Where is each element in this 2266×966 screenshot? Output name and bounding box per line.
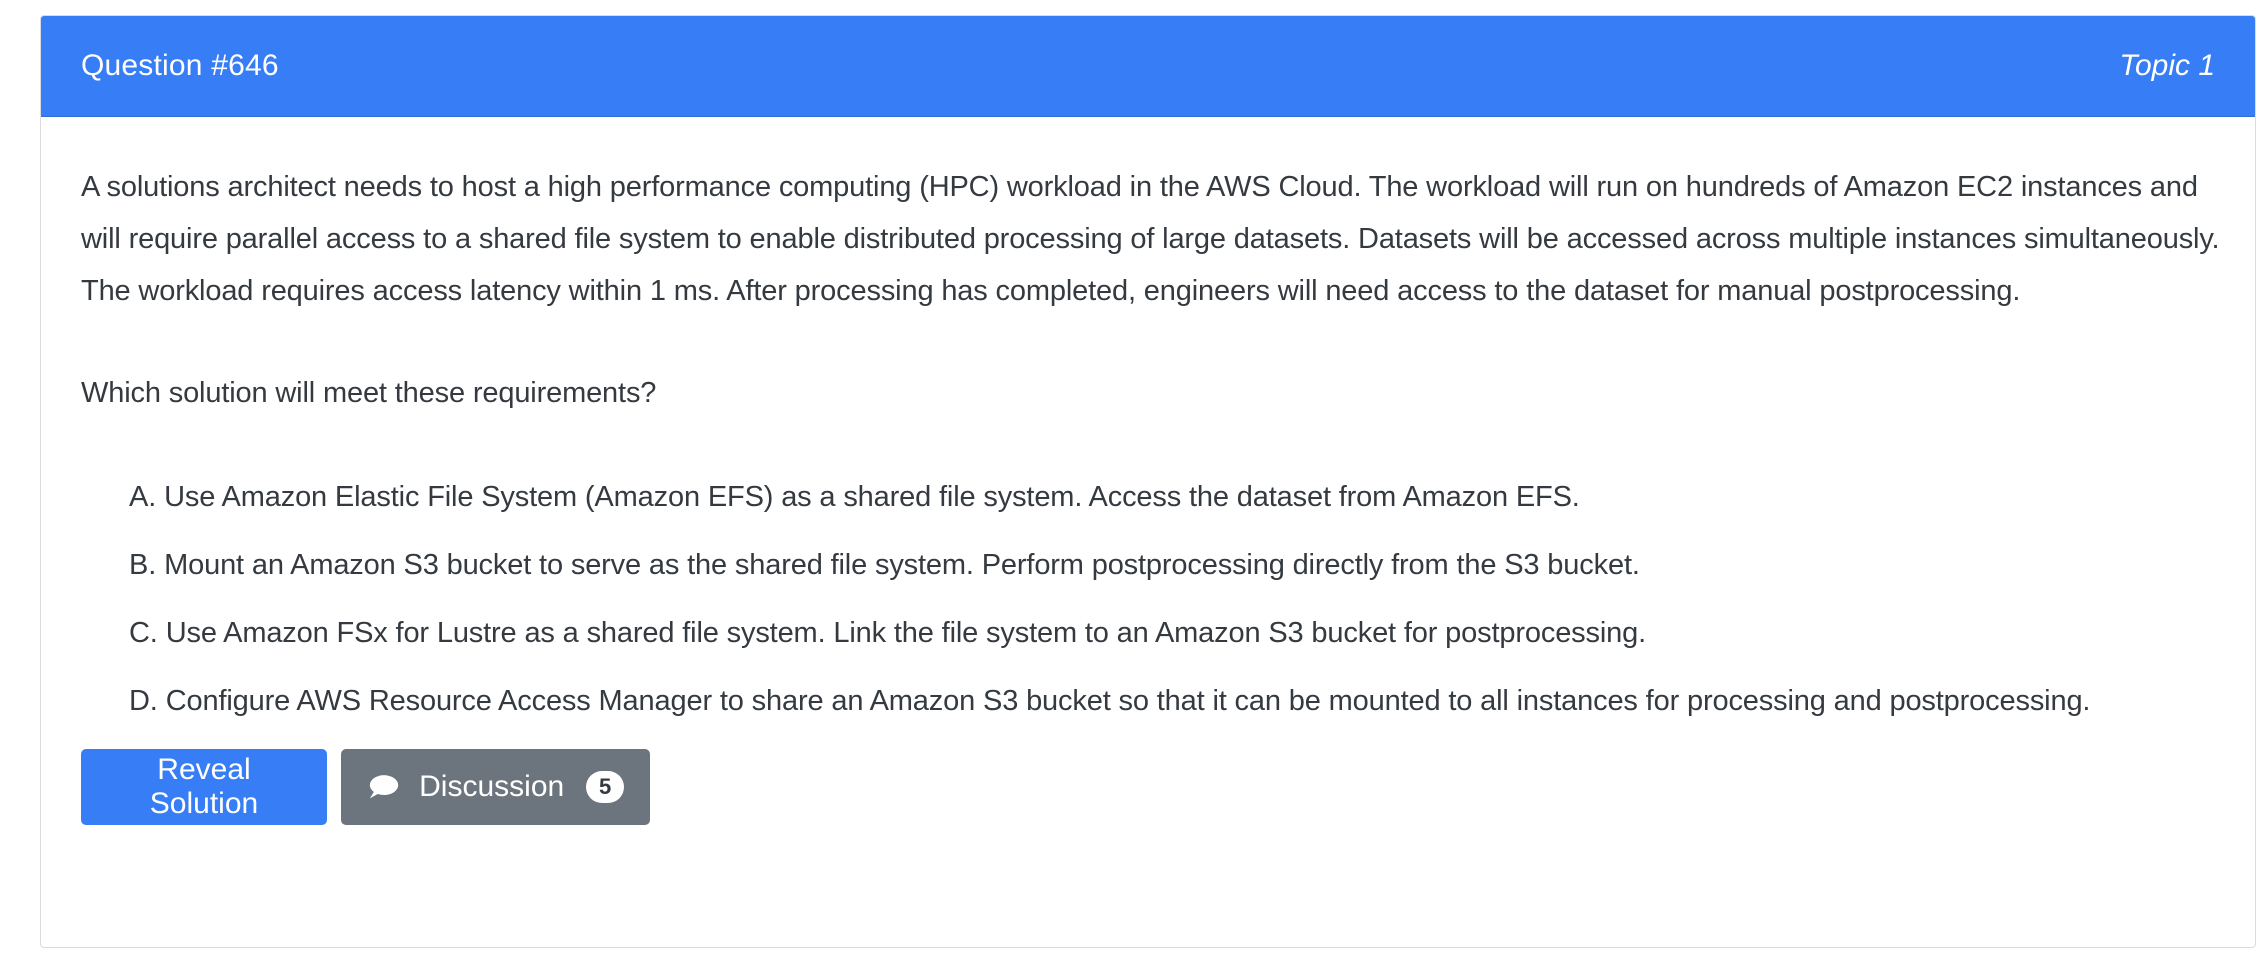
question-number: Question #646 — [81, 49, 279, 82]
reveal-solution-button[interactable]: Reveal Solution — [81, 749, 327, 825]
question-topic: Topic 1 — [2119, 49, 2215, 82]
choice-b[interactable]: B. Mount an Amazon S3 bucket to serve as … — [129, 545, 2215, 585]
choice-letter: B. — [129, 549, 157, 581]
question-header: Question #646 Topic 1 — [41, 16, 2255, 117]
choice-text: Use Amazon FSx for Lustre as a shared fi… — [165, 617, 1647, 649]
choice-text: Mount an Amazon S3 bucket to serve as th… — [164, 549, 1640, 581]
discussion-button[interactable]: Discussion 5 — [341, 749, 650, 825]
question-card: Question #646 Topic 1 A solutions archit… — [40, 15, 2256, 948]
question-prompt: Which solution will meet these requireme… — [81, 377, 657, 409]
question-text: A solutions architect needs to host a hi… — [81, 171, 2220, 307]
discussion-label: Discussion — [419, 770, 565, 803]
answer-choices: A. Use Amazon Elastic File System (Amazon… — [81, 477, 2215, 721]
choice-text: Configure AWS Resource Access Manager to… — [165, 685, 2091, 717]
question-body: A solutions architect needs to host a hi… — [41, 117, 2255, 825]
choice-text: Use Amazon Elastic File System (Amazon E… — [164, 481, 1580, 513]
discussion-count-badge: 5 — [586, 771, 624, 803]
choice-letter: A. — [129, 481, 157, 513]
question-actions: Reveal Solution Discussion 5 — [81, 749, 2215, 825]
choice-d[interactable]: D. Configure AWS Resource Access Manager … — [129, 681, 2215, 721]
choice-letter: C. — [129, 617, 158, 649]
choice-letter: D. — [129, 685, 158, 717]
choice-a[interactable]: A. Use Amazon Elastic File System (Amazon… — [129, 477, 2215, 517]
chat-bubble-icon — [369, 775, 399, 799]
choice-c[interactable]: C. Use Amazon FSx for Lustre as a shared … — [129, 613, 2215, 653]
